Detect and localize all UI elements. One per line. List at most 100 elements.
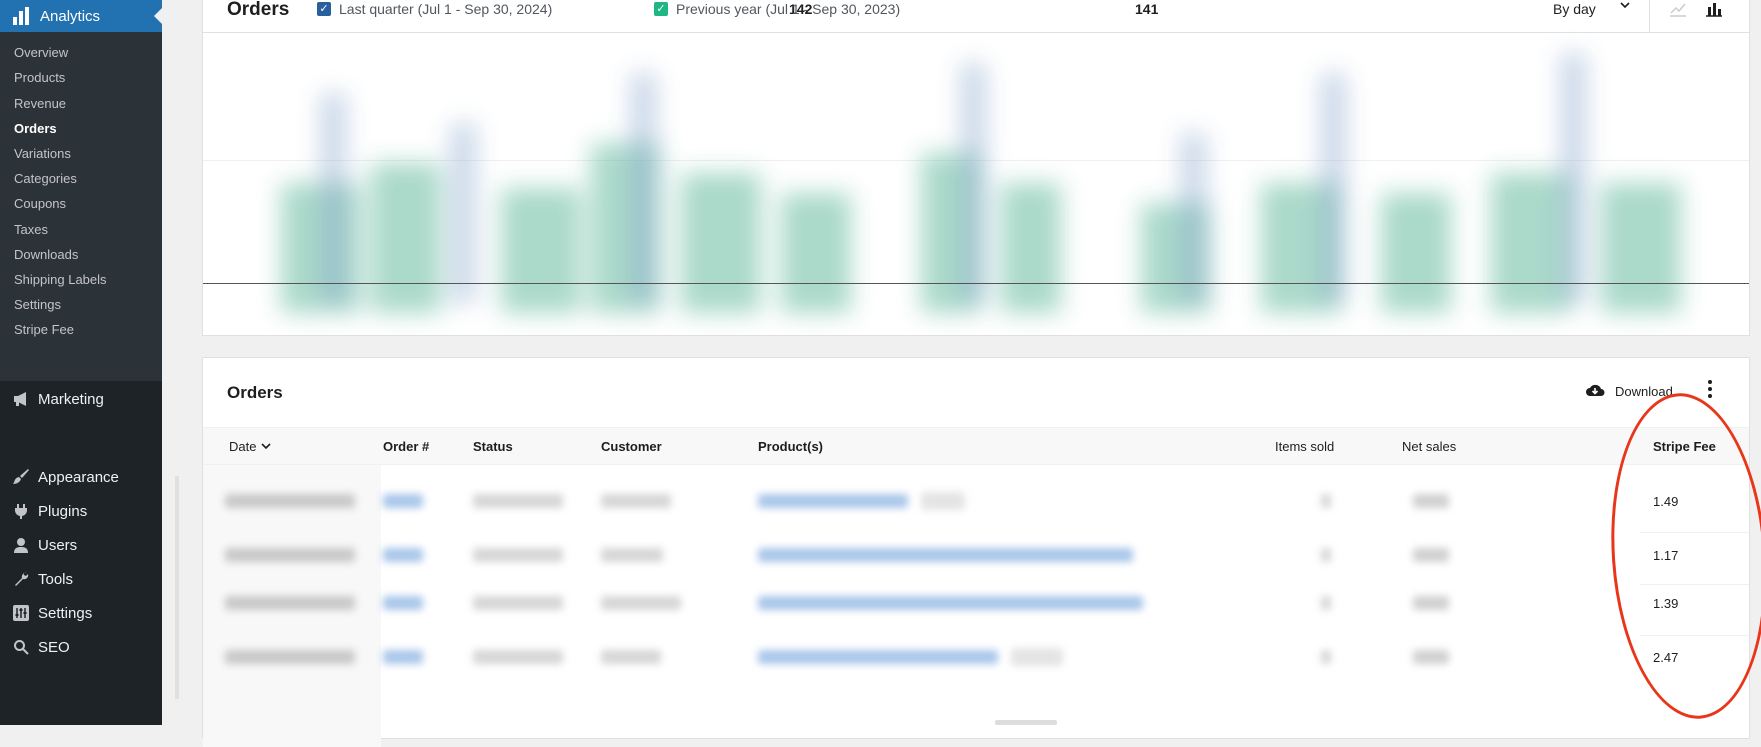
sidebar-item-appearance[interactable]: Appearance	[0, 460, 162, 494]
sidebar-item-seo[interactable]: SEO	[0, 630, 162, 664]
th-items-sold[interactable]: Items sold	[1275, 439, 1334, 454]
blurred-product-link[interactable]	[758, 548, 1133, 562]
blurred-product-link[interactable]	[758, 596, 1143, 610]
th-date[interactable]: Date	[229, 439, 272, 454]
blurred-date	[225, 494, 355, 508]
legend-total: 141	[1135, 1, 1159, 17]
blurred-status	[473, 548, 563, 562]
cloud-download-icon	[1585, 382, 1605, 401]
bar-chart-icon[interactable]	[1705, 1, 1723, 17]
blurred-items	[1321, 548, 1331, 562]
sidebar-item-tools[interactable]: Tools	[0, 562, 162, 596]
submenu-item-overview[interactable]: Overview	[14, 44, 68, 62]
paintbrush-icon	[11, 467, 31, 487]
submenu-item-coupons[interactable]: Coupons	[14, 195, 66, 213]
sidebar-item-label: Appearance	[38, 468, 119, 486]
th-products[interactable]: Product(s)	[758, 439, 823, 454]
chevron-down-icon	[260, 439, 272, 454]
submenu-item-taxes[interactable]: Taxes	[14, 221, 48, 239]
blurred-status	[473, 650, 563, 664]
chevron-down-icon[interactable]	[1619, 0, 1631, 14]
blurred-status	[473, 494, 563, 508]
orders-table-card: Orders Download Date Order # Status Cust…	[202, 357, 1750, 747]
blurred-net-sales	[1413, 596, 1449, 610]
blurred-order-link[interactable]	[383, 650, 423, 664]
blurred-items	[1321, 596, 1331, 610]
submenu-item-downloads[interactable]: Downloads	[14, 246, 78, 264]
megaphone-icon	[11, 389, 31, 409]
blurred-badge	[921, 492, 965, 510]
sidebar-item-label: Users	[38, 536, 78, 554]
sliders-icon	[11, 603, 31, 623]
th-customer[interactable]: Customer	[601, 439, 662, 454]
x-axis-line	[203, 283, 1749, 284]
table-header: Date Order # Status Customer Product(s) …	[203, 427, 1749, 465]
blurred-net-sales	[1413, 548, 1449, 562]
checkbox-checked-icon[interactable]: ✓	[317, 2, 331, 16]
submenu-item-orders[interactable]: Orders	[14, 120, 57, 138]
horizontal-scrollbar[interactable]	[995, 720, 1057, 725]
th-order-number[interactable]: Order #	[383, 439, 429, 454]
bar-chart-icon	[13, 7, 31, 25]
checkbox-checked-icon[interactable]: ✓	[654, 2, 668, 16]
blurred-status	[473, 596, 563, 610]
submenu-item-stripe-fee[interactable]: Stripe Fee	[14, 321, 74, 339]
legend-total-previous-year: 141	[1135, 1, 1158, 17]
orders-chart-card: Orders ✓ Last quarter (Jul 1 - Sep 30, 2…	[202, 0, 1750, 336]
line-chart-icon[interactable]	[1669, 1, 1687, 17]
blurred-badge	[1011, 648, 1063, 666]
user-icon	[11, 535, 31, 555]
sidebar-item-plugins[interactable]: Plugins	[0, 494, 162, 528]
blurred-net-sales	[1413, 494, 1449, 508]
submenu-item-shipping-labels[interactable]: Shipping Labels	[14, 271, 107, 289]
date-column-bg	[203, 427, 381, 747]
sidebar-item-analytics[interactable]: Analytics	[0, 0, 162, 32]
sidebar-item-settings[interactable]: Settings	[0, 596, 162, 630]
blurred-order-link[interactable]	[383, 494, 423, 508]
th-label: Date	[229, 439, 257, 454]
more-options-icon[interactable]	[1708, 380, 1712, 401]
wrench-icon	[11, 569, 31, 589]
submenu-item-categories[interactable]: Categories	[14, 170, 77, 188]
blurred-customer	[601, 596, 681, 610]
th-net-sales[interactable]: Net sales	[1402, 439, 1456, 454]
chart-title: Orders	[227, 0, 290, 20]
submenu-item-variations[interactable]: Variations	[14, 145, 71, 163]
plugin-icon	[11, 501, 31, 521]
blurred-product-link[interactable]	[758, 650, 998, 664]
blurred-order-link[interactable]	[383, 548, 423, 562]
legend-item-previous-year[interactable]: ✓ Previous year (Jul 1 - Sep 30, 2023)	[654, 1, 900, 17]
divider	[1649, 0, 1650, 32]
blurred-chart-plot	[261, 33, 1727, 331]
submenu-item-products[interactable]: Products	[14, 69, 65, 87]
sidebar-item-label: Settings	[38, 604, 93, 622]
blurred-customer	[601, 548, 663, 562]
th-status[interactable]: Status	[473, 439, 513, 454]
blurred-customer	[601, 494, 671, 508]
blurred-net-sales	[1413, 650, 1449, 664]
legend-label: Previous year (Jul 1 - Sep 30, 2023)	[676, 1, 901, 17]
blurred-items	[1321, 494, 1331, 508]
sidebar-item-label: Analytics	[40, 7, 101, 25]
sidebar-item-label: SEO	[38, 638, 70, 656]
sidebar-item-marketing[interactable]: Marketing	[0, 382, 162, 416]
legend-label: Last quarter (Jul 1 - Sep 30, 2024)	[339, 1, 553, 17]
table-title: Orders	[227, 383, 283, 402]
legend-item-last-quarter[interactable]: ✓ Last quarter (Jul 1 - Sep 30, 2024)	[317, 1, 552, 17]
blurred-date	[225, 650, 355, 664]
sidebar-item-label: Marketing	[38, 390, 104, 408]
search-icon	[11, 637, 31, 657]
blurred-order-link[interactable]	[383, 596, 423, 610]
blurred-items	[1321, 650, 1331, 664]
chart-header: Orders ✓ Last quarter (Jul 1 - Sep 30, 2…	[203, 0, 1749, 33]
sidebar-item-label: Plugins	[38, 502, 88, 520]
sidebar-item-users[interactable]: Users	[0, 528, 162, 562]
sidebar-item-label: Tools	[38, 570, 74, 588]
sidebar-scrollbar[interactable]	[175, 476, 179, 699]
submenu-item-settings[interactable]: Settings	[14, 296, 61, 314]
interval-select[interactable]: By day	[1553, 1, 1596, 17]
blurred-customer	[601, 650, 661, 664]
blurred-date	[225, 596, 355, 610]
blurred-product-link[interactable]	[758, 494, 908, 508]
submenu-item-revenue[interactable]: Revenue	[14, 95, 66, 113]
